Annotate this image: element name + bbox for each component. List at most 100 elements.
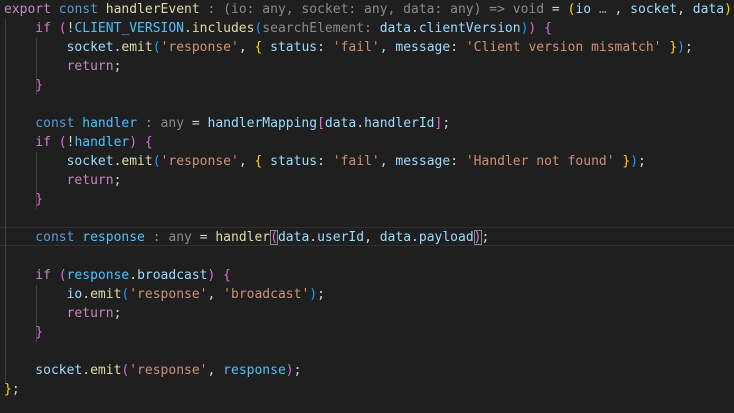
code-token: , — [379, 40, 396, 55]
code-token: response — [82, 230, 145, 245]
code-token: ( — [152, 154, 161, 169]
code-token: = — [191, 116, 208, 131]
code-line[interactable]: return; — [4, 304, 122, 323]
code-token: 'response' — [129, 363, 208, 378]
code-line[interactable]: } — [4, 323, 43, 342]
code-token: , — [379, 154, 396, 169]
code-token: socket — [66, 154, 114, 169]
code-token: ; — [293, 363, 302, 378]
code-token: data — [692, 2, 725, 17]
code-line[interactable]: }; — [4, 380, 20, 399]
code-token: socket — [66, 40, 114, 55]
code-token: { — [223, 268, 231, 283]
code-token: . — [411, 230, 419, 245]
code-token: ( — [58, 268, 67, 283]
code-token: . — [356, 116, 365, 131]
code-token: ) — [309, 287, 318, 302]
code-line[interactable]: socket.emit('response', { status: 'fail'… — [4, 152, 646, 171]
code-token: searchElement: — [262, 21, 372, 36]
code-token: ) — [630, 154, 639, 169]
code-token: const — [58, 2, 98, 17]
code-token: CLIENT_VERSION — [74, 21, 185, 36]
code-token: , — [677, 2, 693, 17]
code-token: } — [4, 382, 12, 397]
code-token: . — [309, 230, 318, 245]
code-token: emit — [121, 154, 153, 169]
code-token: , — [207, 287, 224, 302]
code-token: ; — [638, 154, 646, 169]
code-line[interactable]: const response : any = handler(data.user… — [4, 228, 489, 247]
code-token: broadcast — [137, 268, 208, 283]
code-token: 'Client version mismatch' — [465, 40, 662, 55]
code-token: message — [395, 40, 451, 55]
code-line[interactable]: const handler : any = handlerMapping[dat… — [4, 114, 450, 133]
code-line[interactable]: socket.emit('response', { status: 'fail'… — [4, 38, 693, 57]
code-token: data — [277, 230, 310, 245]
code-token: ) — [724, 2, 732, 17]
code-token: , — [207, 363, 224, 378]
code-line[interactable]: io.emit('response', 'broadcast'); — [4, 285, 325, 304]
code-token: ) — [129, 135, 138, 150]
code-token: status — [270, 40, 318, 55]
code-token: : — [450, 154, 466, 169]
code-token: ( — [58, 21, 67, 36]
code-token: . — [184, 21, 192, 36]
code-token: socket — [630, 2, 678, 17]
code-line[interactable]: export const handlerEvent : (io: any, so… — [4, 0, 734, 19]
code-token: payload — [418, 230, 474, 245]
code-line[interactable]: return; — [4, 57, 122, 76]
code-token: export — [4, 2, 51, 17]
code-token: ; — [685, 40, 693, 55]
code-line[interactable]: } — [4, 190, 43, 209]
code-token: ; — [442, 116, 451, 131]
code-token: = — [551, 2, 568, 17]
code-token: 'fail' — [332, 154, 380, 169]
code-token: . — [82, 287, 91, 302]
code-line[interactable]: socket.emit('response', response); — [4, 361, 301, 380]
code-token: 'Handler not found' — [465, 154, 615, 169]
code-token: data — [379, 21, 412, 36]
code-token: message — [395, 154, 451, 169]
code-line[interactable]: } — [4, 76, 43, 95]
code-line[interactable]: if (!CLIENT_VERSION.includes(searchEleme… — [4, 19, 552, 38]
code-token: ; — [481, 230, 490, 245]
code-line[interactable]: return; — [4, 171, 122, 190]
code-line[interactable]: if (response.broadcast) { — [4, 266, 231, 285]
code-editor[interactable]: export const handlerEvent : (io: any, so… — [0, 0, 734, 413]
code-token: : any — [137, 116, 192, 131]
code-token: . — [82, 363, 91, 378]
code-token: emit — [90, 363, 122, 378]
code-token: return — [66, 59, 114, 74]
code-token: return — [66, 173, 114, 188]
code-token: response — [66, 268, 130, 283]
code-token: data — [324, 116, 357, 131]
code-token: , — [238, 154, 255, 169]
code-token: : — [317, 154, 333, 169]
code-token: 'broadcast' — [223, 287, 310, 302]
code-token: , — [364, 230, 380, 245]
code-token: ; — [11, 382, 20, 397]
code-token: } — [35, 78, 44, 93]
code-token: 'response' — [160, 154, 239, 169]
code-token: ) — [285, 363, 294, 378]
code-token: handlerId — [364, 116, 435, 131]
code-token: ; — [113, 306, 122, 321]
code-token: ; — [113, 173, 122, 188]
code-token: [ — [317, 116, 325, 131]
code-token: handlerMapping — [207, 116, 318, 131]
code-token: ) — [677, 40, 685, 55]
code-token: return — [66, 306, 114, 321]
code-token: const — [35, 230, 75, 245]
code-token: const — [35, 116, 75, 131]
code-line[interactable]: if (!handler) { — [4, 133, 152, 152]
code-token: , — [614, 2, 631, 17]
